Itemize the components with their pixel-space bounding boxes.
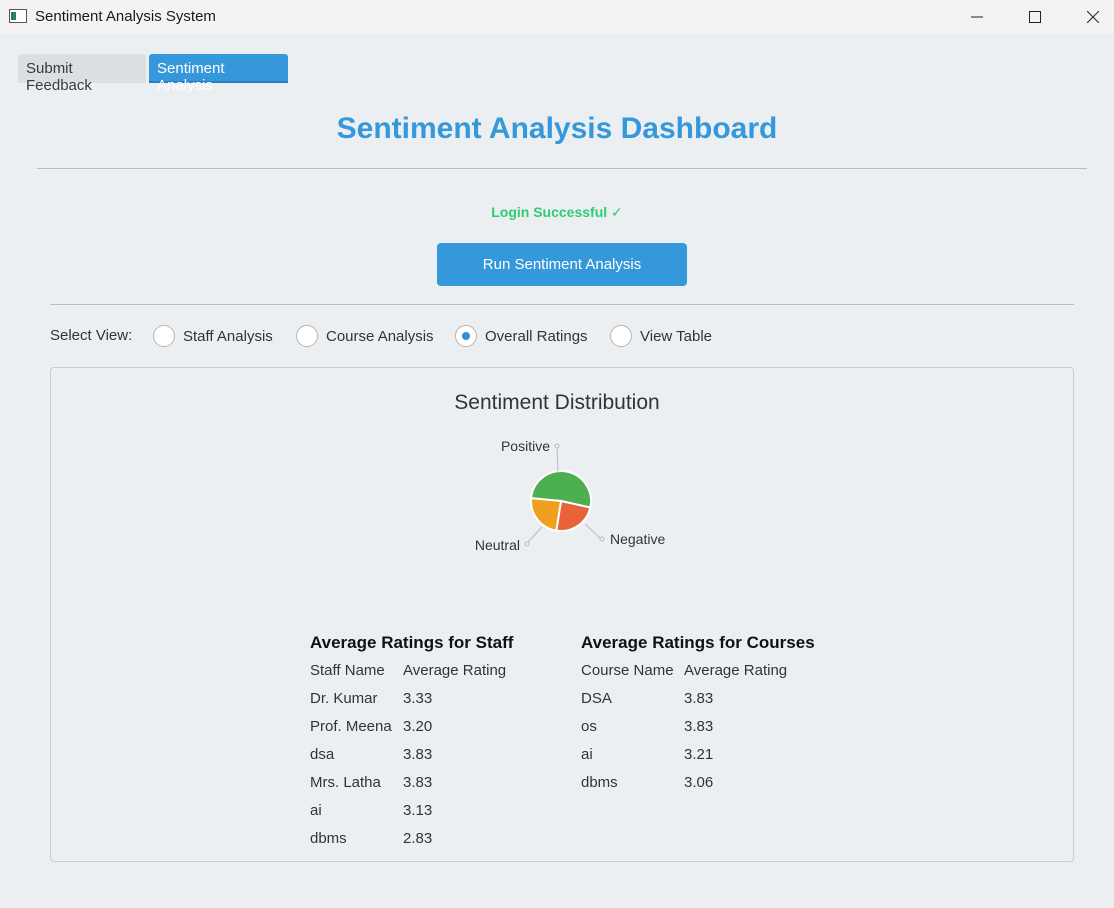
- leader-line: [527, 526, 543, 543]
- radio-course-analysis[interactable]: Course Analysis: [296, 324, 434, 348]
- window-title: Sentiment Analysis System: [35, 8, 216, 25]
- pie-label-negative: Negative: [610, 531, 665, 547]
- course-ratings-title: Average Ratings for Courses: [581, 633, 815, 652]
- login-status-text: Login Successful ✓: [491, 204, 623, 220]
- leader-dot: [524, 541, 530, 547]
- leader-dot: [554, 443, 560, 449]
- radio-button[interactable]: [610, 325, 632, 347]
- course-name-cell: os: [581, 718, 597, 735]
- close-icon: [1087, 11, 1099, 23]
- radio-button[interactable]: [455, 325, 477, 347]
- divider: [37, 168, 1087, 169]
- leader-dot: [599, 536, 605, 542]
- tab-submit-feedback[interactable]: Submit Feedback: [18, 54, 146, 94]
- close-button[interactable]: [1070, 0, 1114, 34]
- table-header: Average Rating: [684, 662, 788, 679]
- table-header: Course Name: [581, 662, 674, 679]
- radio-label: Overall Ratings: [485, 327, 588, 345]
- rating-cell: 3.83: [403, 774, 433, 791]
- staff-name-cell: dsa: [310, 746, 335, 763]
- course-name-cell: ai: [581, 746, 593, 763]
- radio-overall-ratings[interactable]: Overall Ratings: [455, 324, 588, 348]
- pie-label-neutral: Neutral: [475, 537, 520, 553]
- radio-label: Staff Analysis: [183, 327, 273, 345]
- rating-cell: 3.20: [403, 718, 433, 735]
- rating-cell: 3.13: [403, 802, 433, 819]
- staff-name-cell: Dr. Kumar: [310, 690, 378, 707]
- staff-name-cell: Prof. Meena: [310, 718, 392, 735]
- tab-sentiment-analysis[interactable]: Sentiment Analysis: [149, 54, 288, 94]
- rating-cell: 3.83: [684, 690, 714, 707]
- course-name-cell: DSA: [581, 690, 612, 707]
- rating-cell: 3.33: [403, 690, 433, 707]
- app-icon: [9, 9, 27, 23]
- pie-label-positive: Positive: [501, 438, 550, 454]
- select-view-label: Select View:: [50, 327, 133, 344]
- leader-line: [584, 523, 601, 539]
- staff-name-cell: ai: [310, 802, 322, 819]
- rating-cell: 3.21: [684, 746, 714, 763]
- pie-slice-negative: [555, 499, 592, 532]
- table-header: Average Rating: [403, 662, 507, 679]
- radio-button[interactable]: [296, 325, 318, 347]
- staff-ratings-title: Average Ratings for Staff: [310, 633, 514, 652]
- rating-cell: 3.06: [684, 774, 714, 791]
- radio-staff-analysis[interactable]: Staff Analysis: [153, 324, 273, 348]
- radio-label: View Table: [640, 327, 712, 345]
- radio-view-table[interactable]: View Table: [610, 324, 712, 348]
- minimize-icon: [971, 16, 983, 18]
- leader-line: [556, 446, 559, 474]
- maximize-button[interactable]: [1012, 0, 1058, 34]
- chart-title: Sentiment Distribution: [454, 391, 660, 414]
- course-name-cell: dbms: [581, 774, 618, 791]
- divider: [50, 304, 1074, 305]
- table-header: Staff Name: [310, 662, 385, 679]
- staff-name-cell: dbms: [310, 830, 347, 847]
- staff-name-cell: Mrs. Latha: [310, 774, 381, 791]
- rating-cell: 2.83: [403, 830, 433, 847]
- rating-cell: 3.83: [403, 746, 433, 763]
- pie-slice-neutral: [530, 497, 563, 532]
- run-analysis-button[interactable]: Run Sentiment Analysis: [437, 243, 687, 286]
- maximize-icon: [1029, 11, 1041, 23]
- sentiment-pie-chart: Positive Negative Neutral: [475, 438, 666, 553]
- minimize-button[interactable]: [954, 0, 1000, 34]
- page-title: Sentiment Analysis Dashboard: [336, 112, 778, 145]
- radio-button[interactable]: [153, 325, 175, 347]
- rating-cell: 3.83: [684, 718, 714, 735]
- window-title-bar: Sentiment Analysis System: [0, 0, 1114, 34]
- radio-label: Course Analysis: [326, 327, 434, 345]
